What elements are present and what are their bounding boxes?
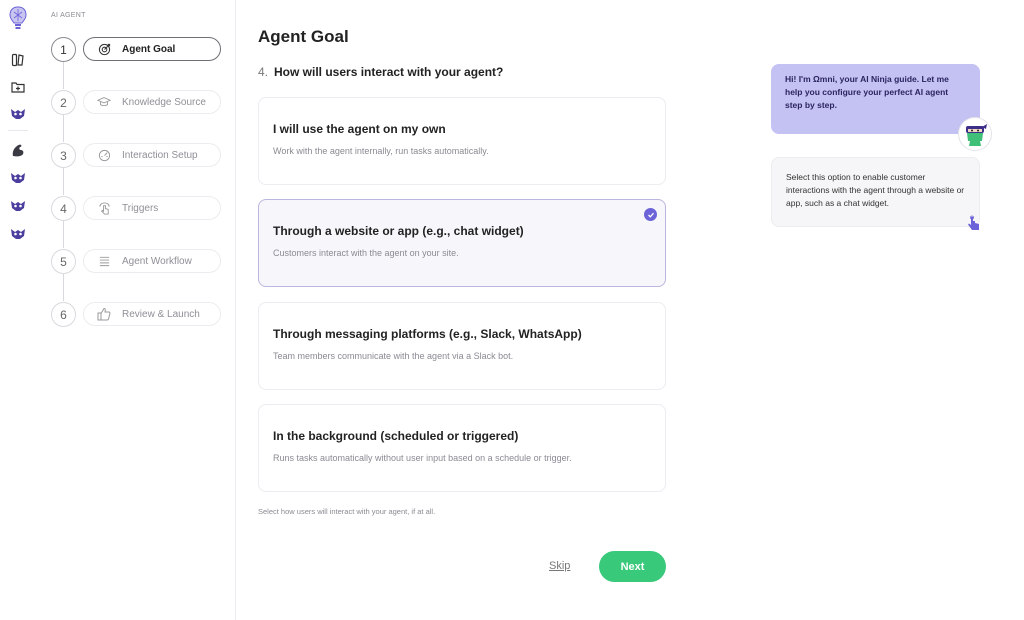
steps-title: AI AGENT bbox=[51, 12, 86, 19]
option-description: Team members communicate with the agent … bbox=[273, 351, 514, 361]
guide-tip-bubble: Select this option to enable customer in… bbox=[771, 157, 980, 227]
option-title: Through messaging platforms (e.g., Slack… bbox=[273, 327, 582, 341]
option-title: Through a website or app (e.g., chat wid… bbox=[273, 224, 524, 238]
option-title: I will use the agent on my own bbox=[273, 122, 446, 136]
ninja-agent-icon[interactable] bbox=[8, 224, 28, 244]
step-label: Interaction Setup bbox=[122, 149, 198, 161]
guide-greeting-bubble: Hi! I'm Ωmni, your AI Ninja guide. Let m… bbox=[771, 64, 980, 134]
step-label: Agent Workflow bbox=[122, 255, 192, 267]
dashboard-icon bbox=[96, 147, 112, 163]
step-number-4: 4 bbox=[51, 196, 76, 221]
step-number-1: 1 bbox=[51, 37, 76, 62]
brain-logo-icon[interactable] bbox=[8, 6, 28, 32]
ninja-agent-icon[interactable] bbox=[8, 104, 28, 124]
step-triggers[interactable]: Triggers bbox=[83, 196, 221, 220]
icon-rail bbox=[0, 0, 36, 620]
step-number-6: 6 bbox=[51, 302, 76, 327]
step-label: Review & Launch bbox=[122, 308, 200, 320]
step-review-launch[interactable]: Review & Launch bbox=[83, 302, 221, 326]
list-icon bbox=[96, 253, 112, 269]
add-folder-icon[interactable] bbox=[8, 77, 28, 97]
question: 4. How will users interact with your agen… bbox=[258, 65, 503, 79]
step-agent-workflow[interactable]: Agent Workflow bbox=[83, 249, 221, 273]
checkmark-icon bbox=[644, 208, 657, 221]
option-website-app[interactable]: Through a website or app (e.g., chat wid… bbox=[258, 199, 666, 287]
step-number-5: 5 bbox=[51, 249, 76, 274]
muscle-icon[interactable] bbox=[8, 140, 28, 160]
ninja-avatar-icon bbox=[958, 117, 992, 151]
option-messaging-platforms[interactable]: Through messaging platforms (e.g., Slack… bbox=[258, 302, 666, 390]
ninja-agent-icon[interactable] bbox=[8, 168, 28, 188]
step-number-2: 2 bbox=[51, 90, 76, 115]
option-own-use[interactable]: I will use the agent on my own Work with… bbox=[258, 97, 666, 185]
target-icon bbox=[96, 41, 112, 57]
hint-text: Select how users will interact with your… bbox=[258, 507, 436, 516]
library-icon[interactable] bbox=[8, 50, 28, 70]
step-number-3: 3 bbox=[51, 143, 76, 168]
step-agent-goal[interactable]: Agent Goal bbox=[83, 37, 221, 61]
option-description: Customers interact with the agent on you… bbox=[273, 248, 459, 258]
option-description: Runs tasks automatically without user in… bbox=[273, 453, 572, 463]
step-label: Agent Goal bbox=[122, 43, 176, 55]
thumbs-up-icon bbox=[96, 306, 112, 322]
question-text: How will users interact with your agent? bbox=[274, 65, 504, 79]
step-label: Knowledge Source bbox=[122, 96, 206, 108]
page-title: Agent Goal bbox=[258, 27, 349, 46]
ninja-agent-icon[interactable] bbox=[8, 196, 28, 216]
option-background[interactable]: In the background (scheduled or triggere… bbox=[258, 404, 666, 492]
steps-panel: AI AGENT 1 Agent Goal 2 Knowledge Source… bbox=[36, 0, 236, 620]
touch-icon bbox=[96, 200, 112, 216]
option-title: In the background (scheduled or triggere… bbox=[273, 429, 519, 443]
next-button[interactable]: Next bbox=[599, 551, 666, 582]
hand-pointer-icon bbox=[965, 215, 983, 233]
skip-link[interactable]: Skip bbox=[549, 560, 570, 572]
step-knowledge-source[interactable]: Knowledge Source bbox=[83, 90, 221, 114]
step-label: Triggers bbox=[122, 202, 159, 214]
graduation-cap-icon bbox=[96, 94, 112, 110]
option-description: Work with the agent internally, run task… bbox=[273, 146, 489, 156]
question-number: 4. bbox=[258, 65, 269, 79]
step-interaction-setup[interactable]: Interaction Setup bbox=[83, 143, 221, 167]
